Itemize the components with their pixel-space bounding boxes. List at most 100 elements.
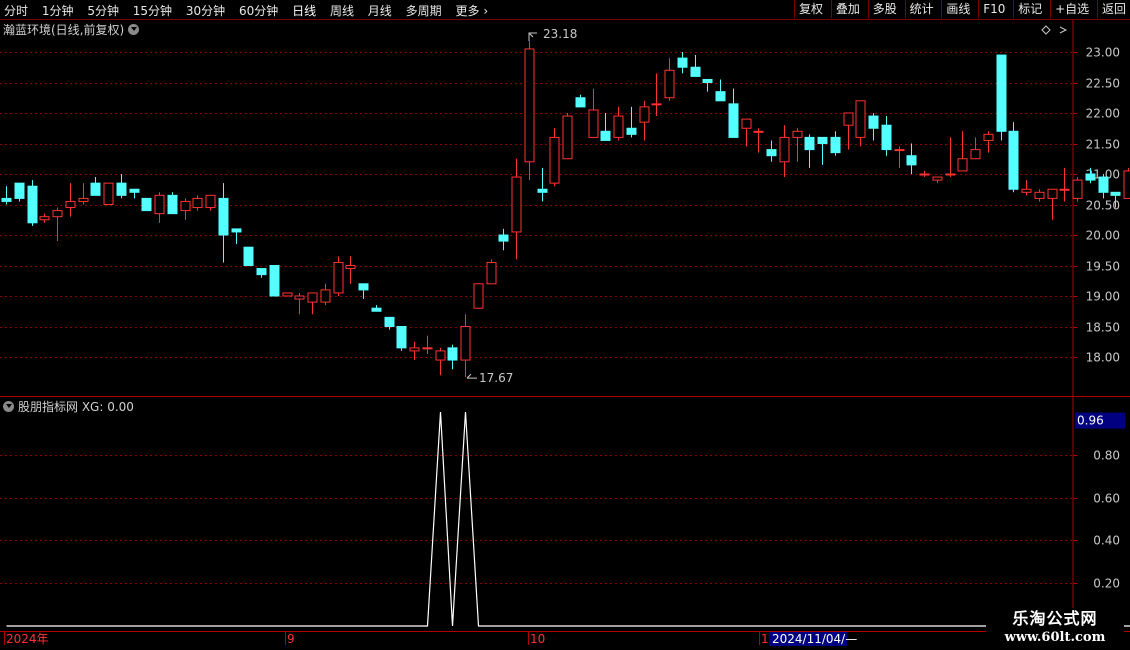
candle-body-down (447, 347, 458, 361)
price-tick-label: 22.50 (1086, 77, 1120, 91)
time-axis-label: 1 (761, 632, 769, 646)
indicator-tick-label: 0.80 (1093, 449, 1120, 463)
candle-body-down (218, 197, 229, 236)
candle-body-down (256, 268, 267, 276)
candle-body-up (753, 130, 764, 133)
chart-canvas[interactable]: 23.0022.5022.0021.5021.0020.5020.0019.50… (0, 0, 1130, 650)
candle-body-up (192, 197, 203, 209)
watermark-line1: 乐淘公式网 (1012, 609, 1098, 628)
indicator-tick-label: 0.60 (1093, 492, 1120, 506)
candle-body-up (435, 350, 446, 361)
candle-body-up (511, 176, 522, 233)
candle-body-down (384, 316, 395, 328)
candle-body-up (205, 194, 216, 209)
candle-body-up (154, 194, 165, 215)
indicator-tick-label: 0.20 (1093, 577, 1120, 591)
candle-body-down (371, 307, 382, 312)
candle-body-up (779, 136, 790, 163)
candle-body-down (1110, 191, 1121, 196)
candle-body-up (957, 158, 968, 172)
chevron-down-icon[interactable] (128, 24, 140, 35)
candle-body-up (639, 106, 650, 123)
candle-body-down (1085, 173, 1096, 181)
max-price-pointer (528, 32, 537, 42)
min-price-pointer (466, 373, 477, 379)
candle-body-up (919, 173, 930, 176)
candle-body-up (282, 292, 293, 297)
candle-body-down (141, 197, 152, 212)
main-chart-title[interactable]: 瀚蓝环境(日线,前复权) (3, 21, 140, 38)
candle-body-down (575, 97, 586, 108)
candle-body-up (486, 261, 497, 285)
candle-body-down (27, 185, 38, 224)
time-axis-label: 10 (530, 632, 545, 646)
candle-body-down (690, 66, 701, 77)
candle-body-up (39, 216, 50, 221)
candle-body-down (702, 78, 713, 83)
candle-body-up (792, 130, 803, 138)
candle-body-up (855, 100, 866, 138)
price-tick-label: 23.00 (1086, 46, 1120, 60)
stock-title: 瀚蓝环境(日线,前复权) (3, 23, 125, 37)
candle-body-up (460, 326, 471, 361)
candle-body-down (626, 127, 637, 135)
min-price-label: 17.67 (479, 371, 513, 385)
candle-body-up (983, 133, 994, 141)
candle-body-up (843, 112, 854, 126)
candle-body-up (524, 48, 535, 163)
candle-body-up (180, 200, 191, 212)
candle-body-down (1098, 176, 1109, 193)
candle-body-up (52, 210, 63, 218)
price-tick-label: 22.00 (1086, 107, 1120, 121)
candle-body-down (129, 188, 140, 193)
candle-body-down (498, 234, 509, 242)
candle-body-up (651, 103, 662, 106)
candle-body-up (613, 115, 624, 138)
candle-body-down (868, 115, 879, 129)
watermark-line2: www.60lt.com (1004, 630, 1106, 645)
candle-body-down (537, 188, 548, 193)
chevron-right-icon (1059, 26, 1068, 34)
candle-body-up (970, 149, 981, 160)
candle-body-up (588, 109, 599, 138)
time-axis-label: 2024年 (6, 632, 49, 646)
indicator-title[interactable]: 股朋指标网 XG: 0.00 (3, 398, 134, 415)
candle-body-down (728, 103, 739, 138)
candle-body-up (1059, 188, 1070, 191)
price-tick-label: 20.50 (1086, 199, 1120, 213)
candle-body-down (396, 326, 407, 349)
candle-body-up (65, 200, 76, 209)
candle-body-up (1123, 170, 1130, 199)
candle-body-down (766, 149, 777, 157)
candle-body-down (269, 265, 280, 297)
candle-body-down (677, 57, 688, 68)
candle-body-up (78, 197, 89, 202)
candle-body-down (1, 197, 12, 202)
candle-body-up (473, 283, 484, 309)
price-tick-label: 18.50 (1086, 321, 1120, 335)
max-price-label: 23.18 (543, 27, 577, 41)
candle-body-up (1034, 191, 1045, 199)
candle-body-up (307, 292, 318, 303)
candle-body-down (600, 130, 611, 141)
cursor-date-label: 2024/11/04/— (772, 632, 857, 646)
candle-body-up (1072, 179, 1083, 199)
candle-body-down (231, 228, 242, 233)
candle-body-down (804, 136, 815, 151)
price-tick-label: 18.00 (1086, 351, 1120, 365)
diamond-icon (1041, 25, 1051, 35)
candle-body-up (1021, 188, 1032, 193)
chevron-down-icon[interactable] (3, 401, 14, 412)
candle-body-down (358, 283, 369, 291)
price-tick-label: 19.00 (1086, 290, 1120, 304)
candle-body-down (715, 91, 726, 102)
xg-indicator-line (6, 411, 1130, 627)
candle-body-up (422, 347, 433, 350)
candle-body-up (932, 176, 943, 181)
candle-body-up (741, 118, 752, 129)
candle-body-up (345, 265, 356, 270)
watermark-logo: 乐淘公式网 www.60lt.com (986, 608, 1124, 650)
price-tick-label: 19.50 (1086, 260, 1120, 274)
candle-body-up (1047, 188, 1058, 199)
candle-body-up (103, 182, 114, 205)
